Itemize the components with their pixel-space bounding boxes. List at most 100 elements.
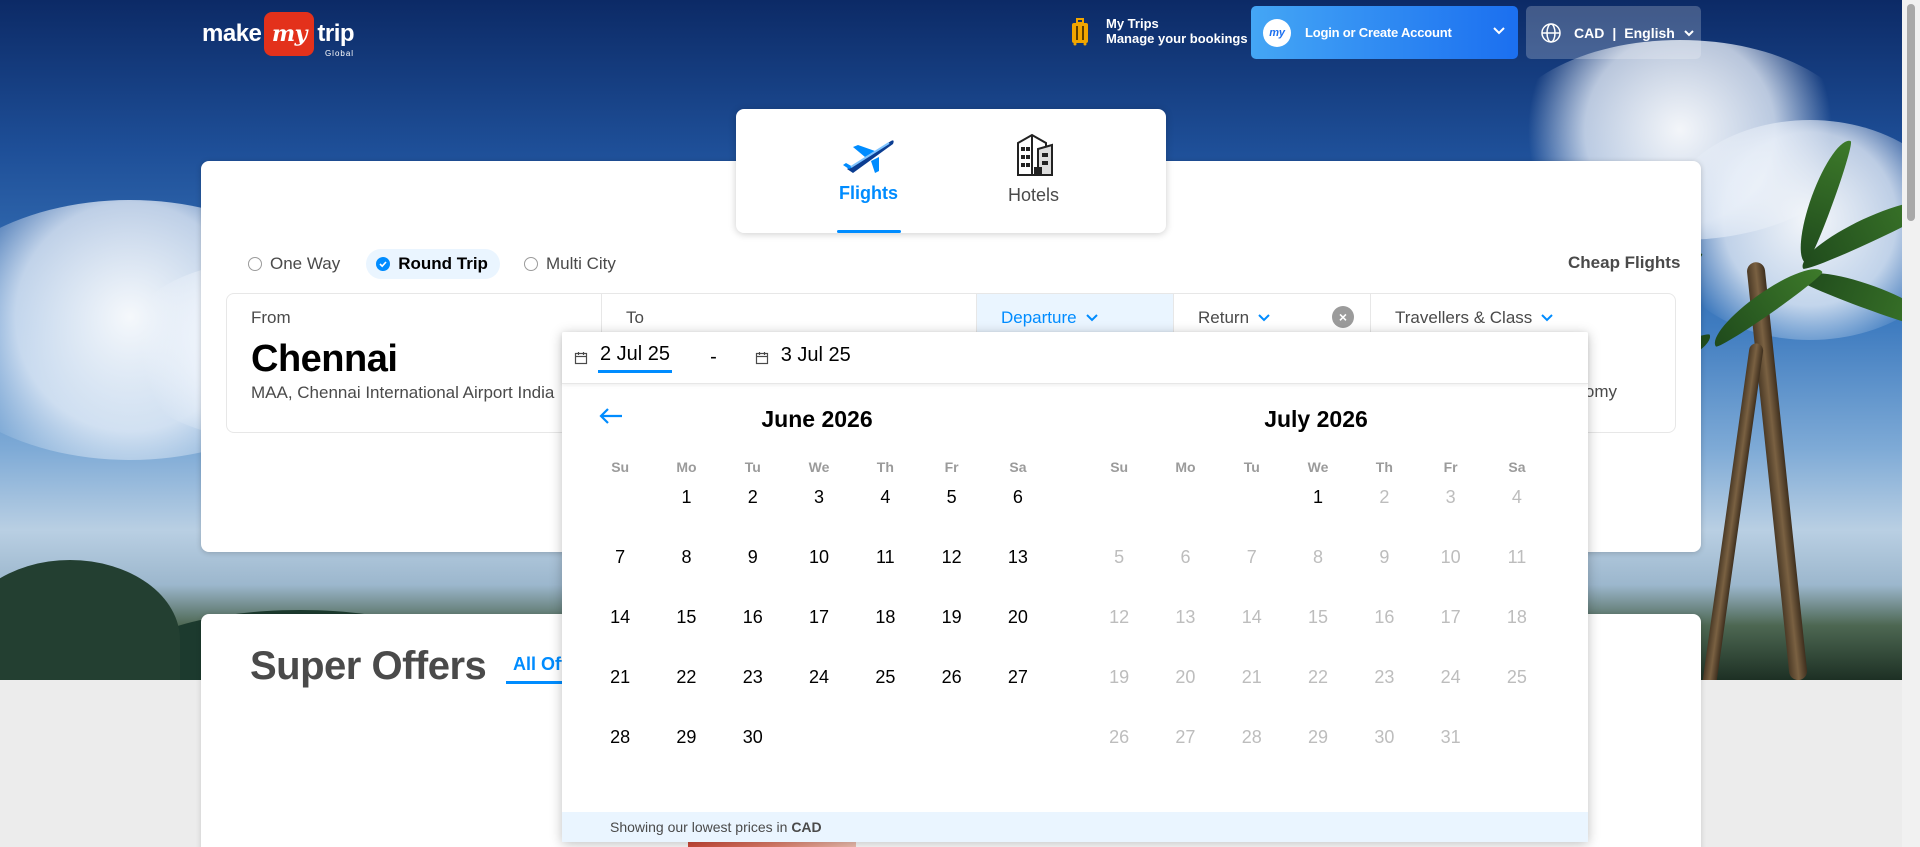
calendar-day: 8 — [1313, 547, 1324, 567]
logo-mark: my — [264, 12, 315, 56]
calendar-day[interactable]: 23 — [720, 658, 786, 718]
calendar-day: 14 — [1241, 607, 1262, 627]
calendar-day: 13 — [1175, 607, 1196, 627]
currency-label: CAD — [1574, 24, 1605, 41]
calendar-day[interactable]: 4 — [852, 478, 918, 538]
logo-text-make: make — [202, 20, 262, 47]
from-label: From — [251, 308, 291, 327]
calendar-day[interactable]: 22 — [653, 658, 719, 718]
calendar-day[interactable]: 24 — [786, 658, 852, 718]
calendar-day: 30 — [1374, 727, 1395, 747]
calendar-day: 25 — [1506, 667, 1527, 687]
calendar-day: 5 — [1114, 547, 1125, 567]
calendar-icon — [574, 351, 588, 364]
calendar-day: 4 — [1511, 487, 1522, 507]
scrollbar-thumb[interactable] — [1907, 4, 1915, 221]
calendar-day: 6 — [1180, 547, 1191, 567]
radio-checked-icon — [376, 257, 391, 271]
currency-language-selector[interactable]: CAD | English — [1526, 6, 1701, 59]
calendar-day[interactable]: 21 — [587, 658, 653, 718]
calendar-day[interactable]: 3 — [786, 478, 852, 538]
trip-type-multi-city[interactable]: Multi City — [523, 249, 628, 279]
calendar-day[interactable]: 26 — [918, 658, 984, 718]
login-avatar-icon: my — [1263, 18, 1291, 47]
chevron-down-icon — [1258, 314, 1270, 322]
chevron-down-icon — [1684, 29, 1694, 36]
top-header: make my trip Global My Trips Manage your… — [0, 0, 1920, 66]
calendar-day[interactable]: 1 — [1285, 478, 1351, 538]
calendar-day: 12 — [1109, 607, 1130, 627]
travellers-class-detail: omy — [1584, 382, 1617, 401]
calendar-day[interactable]: 28 — [587, 718, 653, 778]
login-button[interactable]: my Login or Create Account — [1251, 6, 1518, 59]
departure-label: Departure — [1001, 308, 1077, 327]
offers-tab-all[interactable]: All Offers — [506, 654, 566, 684]
cheap-flights-link[interactable]: Cheap Flights — [1568, 253, 1680, 273]
calendar-day[interactable]: 30 — [720, 718, 786, 778]
calendar-day[interactable]: 25 — [852, 658, 918, 718]
from-airport: MAA, Chennai International Airport India — [251, 383, 555, 402]
calendar-day[interactable]: 10 — [786, 538, 852, 598]
weekday-header: Su — [1110, 459, 1129, 475]
calendar-day[interactable]: 29 — [653, 718, 719, 778]
trip-type-label: One Way — [270, 254, 341, 273]
calendar-empty-cell — [1086, 478, 1152, 538]
start-date-chip[interactable]: 2 Jul 25 — [574, 343, 673, 373]
to-label: To — [626, 308, 644, 327]
trip-type-round-trip[interactable]: Round Trip — [366, 249, 500, 279]
calendar-day[interactable]: 19 — [918, 598, 984, 658]
clear-return-icon[interactable]: × — [1332, 306, 1354, 328]
calendar-day[interactable]: 18 — [852, 598, 918, 658]
calendar-day[interactable]: 7 — [587, 538, 653, 598]
calendar-day[interactable]: 5 — [918, 478, 984, 538]
calendar-empty-cell — [1219, 478, 1285, 538]
page-scrollbar[interactable] — [1902, 0, 1920, 847]
calendar-day: 19 — [1109, 667, 1130, 687]
date-picker-popup: 2 Jul 25 - 3 Jul 25 June 2026 Su Mo Tu We Th… — [562, 332, 1588, 842]
calendar-day[interactable]: 2 — [720, 478, 786, 538]
chevron-down-icon — [1493, 27, 1505, 35]
calendar-day[interactable]: 27 — [985, 658, 1051, 718]
makemytrip-logo[interactable]: make my trip Global — [202, 12, 355, 58]
language-label: English — [1624, 24, 1675, 41]
calendar-day: 10 — [1440, 547, 1461, 567]
calendar-day[interactable]: 12 — [918, 538, 984, 598]
date-range-header: 2 Jul 25 - 3 Jul 25 — [562, 332, 1588, 384]
calendar-day[interactable]: 15 — [653, 598, 719, 658]
calendar-day[interactable]: 20 — [985, 598, 1051, 658]
calendar-day[interactable]: 17 — [786, 598, 852, 658]
calendar-day: 11 — [1507, 547, 1527, 567]
calendar-day[interactable]: 9 — [720, 538, 786, 598]
calendar-day: 20 — [1175, 667, 1196, 687]
tab-flights[interactable]: Flights — [786, 109, 951, 233]
login-label: Login or Create Account — [1305, 25, 1452, 40]
day-grid: Su Mo Tu We Th Fr Sa 1 2 3 4 5 6 7 8 9 10 11 12 13 14 15 16 17 1… — [587, 456, 1047, 778]
from-field[interactable]: From Chennai MAA, Chennai International … — [227, 294, 602, 432]
trip-type-selector: One Way Round Trip Multi City — [248, 249, 652, 279]
calendar-day[interactable]: 14 — [587, 598, 653, 658]
calendar-day: 7 — [1246, 547, 1257, 567]
calendar-day[interactable]: 11 — [852, 538, 918, 598]
radio-icon — [248, 257, 262, 271]
calendar-day[interactable]: 8 — [653, 538, 719, 598]
price-currency-note: Showing our lowest prices in CAD — [562, 812, 1588, 842]
calendar-day: 3 — [1445, 487, 1456, 507]
globe-icon — [1541, 22, 1561, 43]
weekday-header: Fr — [1443, 459, 1458, 475]
date-separator: - — [710, 346, 717, 368]
trip-type-one-way[interactable]: One Way — [248, 249, 352, 279]
calendar-day: 23 — [1374, 667, 1395, 687]
calendar-day[interactable]: 6 — [985, 478, 1051, 538]
calendar-day: 29 — [1308, 727, 1329, 747]
my-trips-link[interactable]: My Trips Manage your bookings — [1070, 16, 1248, 47]
tab-hotels[interactable]: Hotels — [951, 109, 1116, 233]
radio-icon — [523, 257, 538, 271]
calendar-day[interactable]: 13 — [985, 538, 1051, 598]
calendar-day[interactable]: 1 — [653, 478, 719, 538]
trip-type-label: Round Trip — [398, 254, 488, 273]
tab-flights-label: Flights — [839, 183, 898, 203]
end-date-chip[interactable]: 3 Jul 25 — [755, 344, 853, 371]
weekday-header: Mo — [1175, 459, 1196, 475]
super-offers-title: Super Offers — [250, 644, 487, 688]
calendar-day[interactable]: 16 — [720, 598, 786, 658]
